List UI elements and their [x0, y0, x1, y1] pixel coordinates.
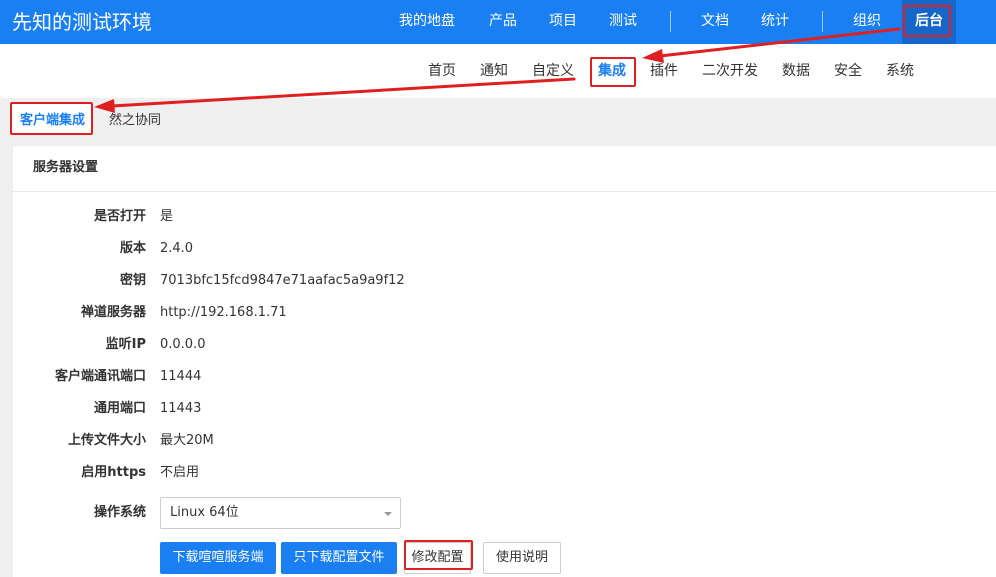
field-label: 启用https: [81, 465, 146, 480]
tab-client-integration[interactable]: 客户端集成: [20, 98, 85, 144]
field-label: 通用端口: [93, 401, 146, 416]
edit-config-button[interactable]: 修改配置: [404, 542, 471, 574]
subnav-custom[interactable]: 自定义: [532, 44, 574, 98]
subnav-message[interactable]: 通知: [480, 44, 508, 98]
nav-company[interactable]: 组织: [853, 0, 881, 44]
download-server-button[interactable]: 下载喧喧服务端: [160, 542, 276, 574]
field-value: 11443: [160, 401, 202, 416]
field-label: 版本: [119, 241, 146, 256]
divider: [13, 191, 996, 192]
field-label: 监听IP: [105, 337, 146, 352]
highlight-box: [590, 57, 636, 87]
tab-ranzhi[interactable]: 然之协同: [109, 98, 161, 144]
nav-admin[interactable]: 后台: [902, 0, 956, 44]
field-value: http://192.168.1.71: [160, 305, 287, 320]
nav-project[interactable]: 项目: [549, 0, 577, 44]
nav-report[interactable]: 统计: [761, 0, 789, 44]
highlight-box: [903, 5, 951, 37]
field-value: 11444: [160, 369, 202, 384]
app-title: 先知的测试环境: [12, 10, 152, 34]
subnav-home[interactable]: 首页: [428, 44, 456, 98]
field-label: 客户端通讯端口: [54, 369, 146, 384]
subnav-extension[interactable]: 插件: [650, 44, 678, 98]
subnav-dev[interactable]: 二次开发: [702, 44, 758, 98]
field-label: 是否打开: [93, 209, 146, 224]
nav-doc[interactable]: 文档: [701, 0, 729, 44]
subnav-security[interactable]: 安全: [834, 44, 862, 98]
nav-product[interactable]: 产品: [489, 0, 517, 44]
admin-subnav: 首页 通知 自定义 集成 插件 二次开发 数据 安全 系统: [0, 44, 996, 98]
subnav-system[interactable]: 系统: [886, 44, 914, 98]
nav-separator: [822, 11, 823, 32]
top-header: 先知的测试环境 我的地盘 产品 项目 测试 文档 统计 组织 后台: [0, 0, 996, 44]
panel-title: 服务器设置: [33, 160, 99, 175]
os-label: 操作系统: [93, 505, 146, 520]
field-value: 0.0.0.0: [160, 337, 206, 352]
download-config-button[interactable]: 只下载配置文件: [281, 542, 397, 574]
chevron-down-icon: [384, 512, 392, 516]
field-label: 上传文件大小: [67, 433, 146, 448]
field-value: 7013bfc15fcd9847e71aafac5a9a9f12: [160, 273, 405, 288]
nav-separator: [670, 11, 671, 32]
field-value: 是: [160, 209, 174, 224]
os-select[interactable]: Linux 64位: [160, 497, 401, 529]
os-select-value: Linux 64位: [170, 505, 239, 520]
field-label: 密钥: [119, 273, 146, 288]
subnav-data[interactable]: 数据: [782, 44, 810, 98]
integration-tabs: 客户端集成 然之协同: [0, 98, 996, 144]
help-button[interactable]: 使用说明: [483, 542, 561, 574]
field-value: 2.4.0: [160, 241, 194, 256]
nav-my-dashboard[interactable]: 我的地盘: [399, 0, 455, 44]
server-settings-panel: 服务器设置 是否打开 是 版本 2.4.0 密钥 7013bfc15fcd984…: [13, 146, 996, 577]
field-value: 最大20M: [160, 433, 214, 448]
nav-test[interactable]: 测试: [609, 0, 637, 44]
field-value: 不启用: [160, 465, 200, 480]
field-label: 禅道服务器: [80, 305, 146, 320]
